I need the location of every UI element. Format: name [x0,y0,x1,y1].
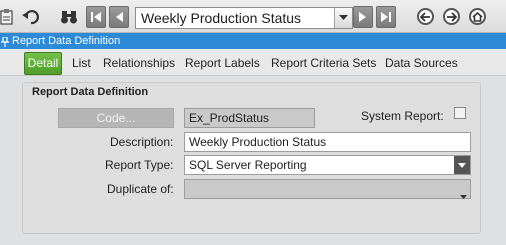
chevron-down-icon[interactable] [334,8,352,28]
system-report-checkbox[interactable] [454,107,466,119]
report-selector-combo[interactable]: Weekly Production Status [135,7,353,29]
main-toolbar: Weekly Production Status [0,0,506,33]
next-record-icon[interactable] [353,6,373,28]
window-title: Report Data Definition [12,35,121,47]
duplicate-of-select[interactable] [184,179,471,199]
tab-relationships[interactable]: Relationships [103,56,175,70]
section-title: Report Data Definition [32,86,149,98]
report-type-select[interactable]: SQL Server Reporting [184,155,471,175]
undo-icon[interactable] [21,6,41,28]
code-button[interactable]: Code... [58,108,174,128]
report-selector-value: Weekly Production Status [141,10,302,26]
clipboard-icon[interactable] [0,6,14,28]
window-title-bar: Report Data Definition [0,33,506,49]
chevron-down-icon[interactable] [460,186,467,204]
report-data-definition-panel: Report Data Definition Code... Ex_ProdSt… [22,82,481,234]
system-report-label: System Report: [361,109,444,123]
description-label: Description: [110,135,174,149]
tab-data-sources[interactable]: Data Sources [385,56,458,70]
duplicate-of-label: Duplicate of: [107,182,174,196]
code-field[interactable]: Ex_ProdStatus [184,108,315,128]
previous-record-icon[interactable] [109,6,129,28]
tab-list[interactable]: List [72,56,91,70]
home-icon[interactable] [469,8,486,25]
back-arrow-icon[interactable] [417,8,434,25]
description-field[interactable]: Weekly Production Status [184,132,471,152]
tab-detail[interactable]: Detail [24,52,62,75]
first-record-icon[interactable] [86,6,106,28]
tab-report-labels[interactable]: Report Labels [185,56,260,70]
chevron-down-icon[interactable] [454,156,470,174]
report-type-label: Report Type: [105,158,174,172]
binoculars-icon[interactable] [59,6,79,28]
tab-report-criteria-sets[interactable]: Report Criteria Sets [271,56,376,70]
tab-strip: Detail List Relationships Report Labels … [0,49,506,76]
report-type-value: SQL Server Reporting [189,158,307,172]
last-record-icon[interactable] [376,6,396,28]
forward-arrow-icon[interactable] [443,8,460,25]
